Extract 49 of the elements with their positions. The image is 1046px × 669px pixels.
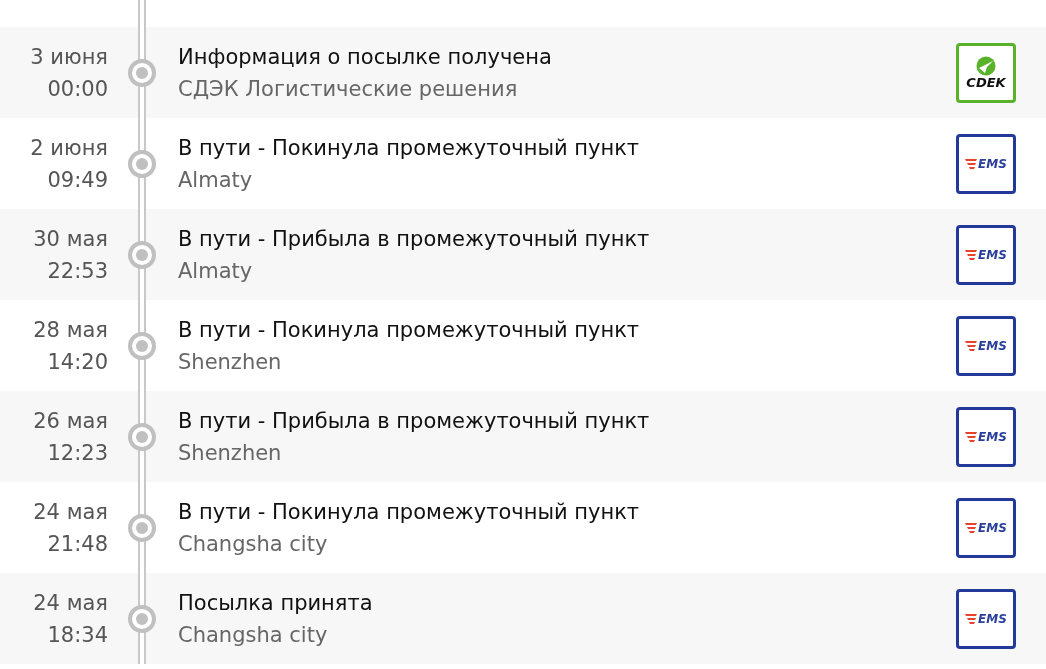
logo-text: EMS	[978, 429, 1007, 444]
timeline-node	[128, 240, 156, 269]
logo-text: CDEK	[966, 75, 1006, 90]
speed-lines-icon	[965, 431, 978, 442]
speed-lines-icon	[965, 340, 978, 351]
event-date: 24 мая	[33, 498, 108, 526]
speed-lines-icon	[965, 249, 978, 260]
event-time: 12:23	[47, 439, 108, 467]
event-date: 26 мая	[33, 407, 108, 435]
event-status: В пути - Прибыла в промежуточный пункт	[178, 407, 651, 435]
event-status: В пути - Покинула промежуточный пункт	[178, 498, 641, 526]
logo-text: EMS	[978, 156, 1007, 171]
logo-text: EMS	[978, 520, 1007, 535]
timeline-node	[128, 513, 156, 542]
timeline-node	[128, 604, 156, 633]
event-place: Almaty	[178, 166, 254, 194]
event-place: Changsha city	[178, 621, 329, 649]
bird-icon	[975, 55, 997, 76]
timeline-node	[128, 58, 156, 87]
event-date: 3 июня	[30, 43, 108, 71]
speed-lines-icon	[965, 613, 978, 624]
speed-lines-icon	[965, 158, 978, 169]
event-status: В пути - Покинула промежуточный пункт	[178, 316, 641, 344]
event-place: Shenzhen	[178, 348, 283, 376]
event-time: 22:53	[47, 257, 108, 285]
event-date: 2 июня	[30, 134, 108, 162]
event-status: Посылка принята	[178, 589, 374, 617]
event-status: В пути - Прибыла в промежуточный пункт	[178, 225, 651, 253]
event-place: Almaty	[178, 257, 254, 285]
event-place: СДЭК Логистические решения	[178, 75, 519, 103]
speed-lines-icon	[965, 522, 978, 533]
timeline-node	[128, 331, 156, 360]
logo-text: EMS	[978, 247, 1007, 262]
event-time: 18:34	[47, 621, 108, 649]
event-date: 24 мая	[33, 589, 108, 617]
logo-text: EMS	[978, 611, 1007, 626]
timeline-node	[128, 149, 156, 178]
logo-text: EMS	[978, 338, 1007, 353]
event-status: В пути - Покинула промежуточный пункт	[178, 134, 641, 162]
event-place: Shenzhen	[178, 439, 283, 467]
event-time: 14:20	[47, 348, 108, 376]
event-date: 28 мая	[33, 316, 108, 344]
timeline-node	[128, 422, 156, 451]
event-date: 30 мая	[33, 225, 108, 253]
event-status: Информация о посылке получена	[178, 43, 553, 71]
event-time: 21:48	[47, 530, 108, 558]
event-place: Changsha city	[178, 530, 329, 558]
event-time: 09:49	[47, 166, 108, 194]
event-time: 00:00	[47, 75, 108, 103]
